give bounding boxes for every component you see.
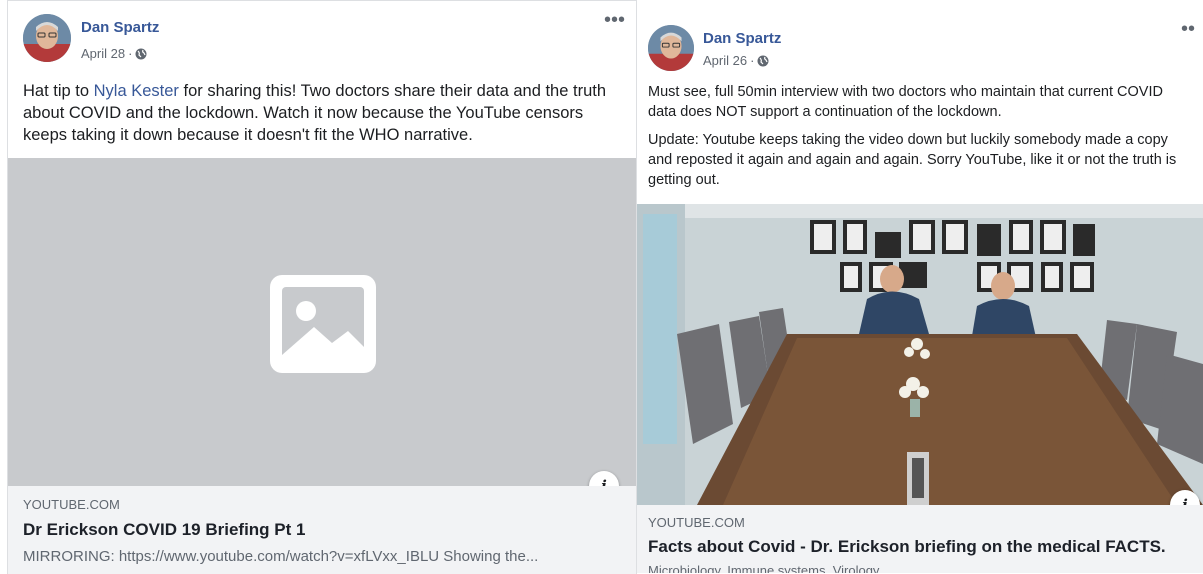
conference-room-photo: [637, 204, 1203, 505]
link-preview-box[interactable]: YOUTUBE.COM Dr Erickson COVID 19 Briefin…: [8, 486, 636, 574]
post-card-2: Dan Spartz April 26 · •• Must see, full …: [637, 0, 1203, 573]
author-name[interactable]: Dan Spartz: [703, 30, 781, 47]
avatar[interactable]: [648, 25, 694, 71]
link-title[interactable]: Facts about Covid - Dr. Erickson briefin…: [648, 537, 1166, 557]
link-preview-box[interactable]: YOUTUBE.COM Facts about Covid - Dr. Eric…: [637, 505, 1203, 573]
post-paragraph-2: Update: Youtube keeps taking the video d…: [648, 132, 1177, 188]
link-domain: YOUTUBE.COM: [648, 515, 745, 530]
link-description: Microbiology, Immune systems, Virology..…: [648, 563, 890, 573]
link-description: MIRRORING: https://www.youtube.com/watch…: [23, 548, 539, 565]
post-date[interactable]: April 26: [703, 53, 747, 68]
globe-icon: [135, 48, 147, 60]
more-options-icon[interactable]: •••: [604, 10, 625, 30]
mention-link[interactable]: Nyla Kester: [94, 82, 179, 100]
link-domain: YOUTUBE.COM: [23, 497, 120, 512]
post-text: Hat tip to Nyla Kester for sharing this!…: [23, 80, 623, 146]
meta-separator: ·: [128, 46, 133, 61]
globe-icon: [757, 55, 769, 67]
author-name[interactable]: Dan Spartz: [81, 19, 159, 36]
image-placeholder-icon: [270, 275, 376, 373]
link-preview-image[interactable]: [8, 158, 636, 486]
post-meta: April 26 ·: [703, 53, 769, 68]
link-title[interactable]: Dr Erickson COVID 19 Briefing Pt 1: [23, 520, 305, 540]
more-options-icon[interactable]: ••: [1181, 19, 1195, 39]
post-meta: April 28 ·: [81, 46, 147, 61]
avatar[interactable]: [23, 14, 71, 62]
link-preview-image[interactable]: [637, 204, 1203, 505]
post-date[interactable]: April 28: [81, 46, 125, 61]
post-paragraph-1: Must see, full 50min interview with two …: [648, 84, 1163, 120]
post-card-1: Dan Spartz April 28 · ••• Hat tip to Nyl…: [7, 0, 637, 574]
meta-separator: ·: [750, 53, 755, 68]
post-text-start: Hat tip to: [23, 82, 94, 100]
